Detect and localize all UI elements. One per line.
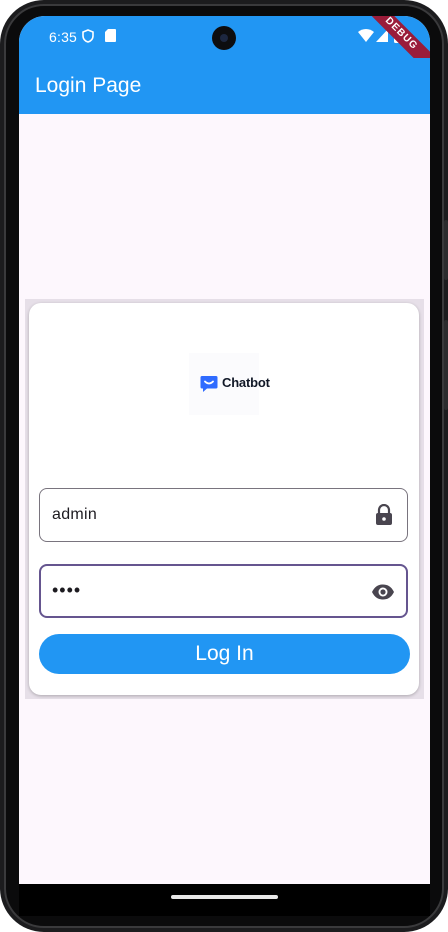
password-value: •••• — [52, 580, 82, 600]
page-title: Login Page — [35, 74, 142, 97]
login-card: Chatbot admin •••• Log In — [29, 303, 419, 695]
shield-icon — [82, 29, 94, 48]
username-value: admin — [52, 506, 98, 523]
home-gesture-handle[interactable] — [171, 895, 278, 899]
sd-card-icon — [105, 29, 116, 47]
navigation-bar — [19, 884, 430, 916]
lock-icon — [374, 503, 394, 531]
chatbot-logo: Chatbot — [189, 353, 270, 415]
password-field[interactable]: •••• — [39, 564, 408, 618]
signal-icon — [376, 29, 388, 47]
status-time: 6:35 — [49, 29, 78, 45]
power-button — [444, 320, 448, 410]
front-camera — [212, 26, 236, 50]
status-bar: 6:35 DEBUG — [19, 16, 430, 79]
username-field[interactable]: admin — [39, 488, 408, 542]
login-button[interactable]: Log In — [39, 634, 410, 674]
wifi-icon — [358, 29, 374, 47]
app-bar: Login Page — [19, 58, 430, 114]
app-screen: 6:35 DEBUG Login Page Chatbot admin ••••… — [19, 16, 430, 900]
eye-icon[interactable] — [371, 580, 395, 609]
chat-bubble-icon — [200, 375, 218, 398]
logo-text: Chatbot — [222, 375, 270, 390]
volume-button — [444, 220, 448, 280]
